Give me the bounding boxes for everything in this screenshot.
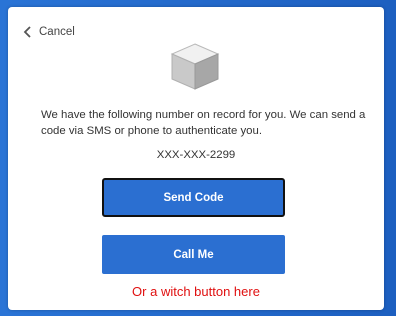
cancel-link[interactable]: Cancel <box>23 26 75 38</box>
chevron-left-icon <box>23 26 32 38</box>
send-code-button[interactable]: Send Code <box>102 178 285 217</box>
auth-dialog: Cancel We have the following number on r… <box>8 7 384 310</box>
phone-number: XXX-XXX-2299 <box>156 149 236 161</box>
call-me-button[interactable]: Call Me <box>102 235 285 274</box>
cancel-label: Cancel <box>39 26 75 38</box>
annotation-note: Or a witch button here <box>132 284 260 299</box>
auth-message: We have the following number on record f… <box>41 109 366 137</box>
cube-icon <box>168 42 222 97</box>
